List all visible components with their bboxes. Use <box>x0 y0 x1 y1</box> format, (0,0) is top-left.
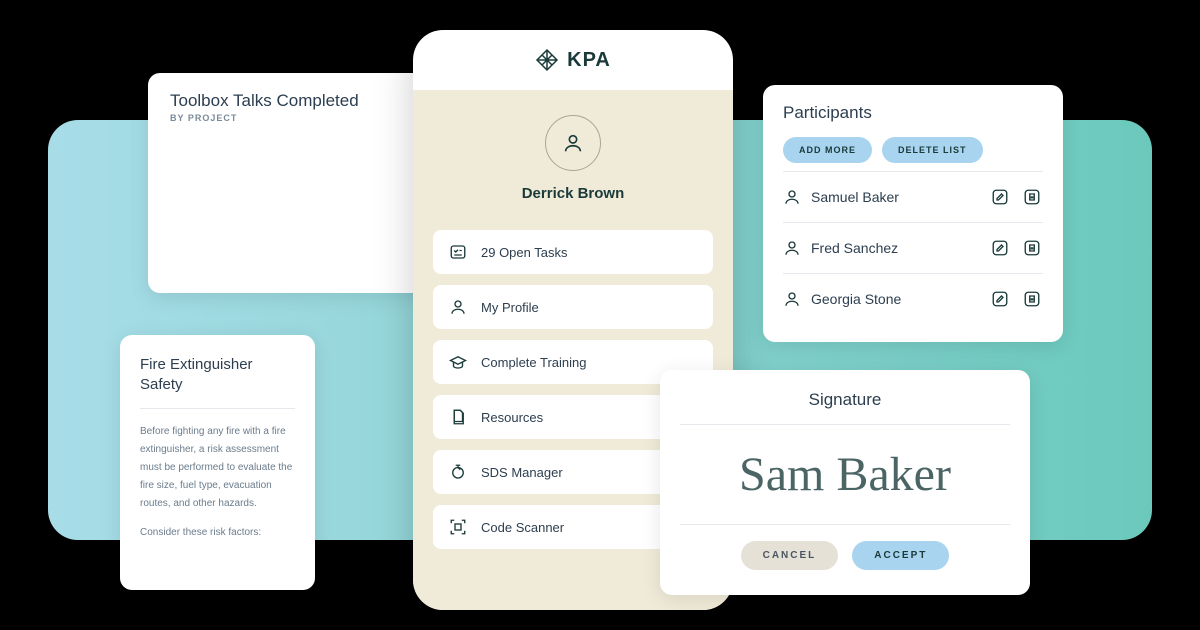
edit-icon[interactable] <box>989 288 1011 310</box>
participants-card: Participants ADD MORE DELETE LIST Samuel… <box>763 85 1063 342</box>
signature-card: Signature Sam Baker CANCEL ACCEPT <box>660 370 1030 595</box>
add-more-button[interactable]: ADD MORE <box>783 137 872 163</box>
cancel-button[interactable]: CANCEL <box>741 541 839 570</box>
fire-body: Before fighting any fire with a fire ext… <box>140 423 295 513</box>
accept-button[interactable]: ACCEPT <box>852 541 949 570</box>
delete-list-button[interactable]: DELETE LIST <box>882 137 983 163</box>
fire-title: Fire Extinguisher Safety <box>140 355 295 409</box>
participant-row: Fred Sanchez <box>783 222 1043 273</box>
toolbox-chart-card: Toolbox Talks Completed BY PROJECT <box>148 73 433 293</box>
signature-buttons: CANCEL ACCEPT <box>680 541 1010 570</box>
participant-name: Georgia Stone <box>811 291 979 307</box>
chart-subtitle: BY PROJECT <box>170 113 411 123</box>
user-icon <box>449 298 467 316</box>
edit-icon[interactable] <box>989 237 1011 259</box>
user-icon <box>783 290 801 308</box>
brand-logo-text: KPA <box>567 49 611 72</box>
chart-bars <box>170 138 411 288</box>
document-icon <box>449 408 467 426</box>
signature-title: Signature <box>680 390 1010 425</box>
menu-item[interactable]: 29 Open Tasks <box>433 230 713 274</box>
signature-area[interactable]: Sam Baker <box>680 425 1010 525</box>
menu-item-label: My Profile <box>481 300 539 315</box>
fire-extinguisher-card: Fire Extinguisher Safety Before fighting… <box>120 335 315 590</box>
menu-item-label: SDS Manager <box>481 465 563 480</box>
phone-header: KPA <box>413 30 733 90</box>
menu-item-label: Complete Training <box>481 355 587 370</box>
participant-row: Georgia Stone <box>783 273 1043 324</box>
checklist-icon <box>449 243 467 261</box>
participant-name: Fred Sanchez <box>811 240 979 256</box>
avatar-circle[interactable] <box>545 115 601 171</box>
pill-buttons: ADD MORE DELETE LIST <box>783 137 1043 163</box>
signature-value: Sam Baker <box>739 447 951 502</box>
user-icon <box>783 239 801 257</box>
user-icon <box>562 132 584 154</box>
menu-item-label: Resources <box>481 410 543 425</box>
chart-title: Toolbox Talks Completed <box>170 91 411 111</box>
edit-icon[interactable] <box>989 186 1011 208</box>
brand-logo-icon <box>535 48 559 72</box>
fire-footer: Consider these risk factors: <box>140 527 295 538</box>
menu-item-label: 29 Open Tasks <box>481 245 567 260</box>
flask-icon <box>449 463 467 481</box>
participant-name: Samuel Baker <box>811 189 979 205</box>
participant-row: Samuel Baker <box>783 171 1043 222</box>
menu-item[interactable]: My Profile <box>433 285 713 329</box>
username: Derrick Brown <box>433 185 713 202</box>
trash-icon[interactable] <box>1021 288 1043 310</box>
trash-icon[interactable] <box>1021 237 1043 259</box>
menu-item-label: Code Scanner <box>481 520 564 535</box>
user-icon <box>783 188 801 206</box>
qr-icon <box>449 518 467 536</box>
graduation-icon <box>449 353 467 371</box>
trash-icon[interactable] <box>1021 186 1043 208</box>
participants-title: Participants <box>783 103 1043 123</box>
